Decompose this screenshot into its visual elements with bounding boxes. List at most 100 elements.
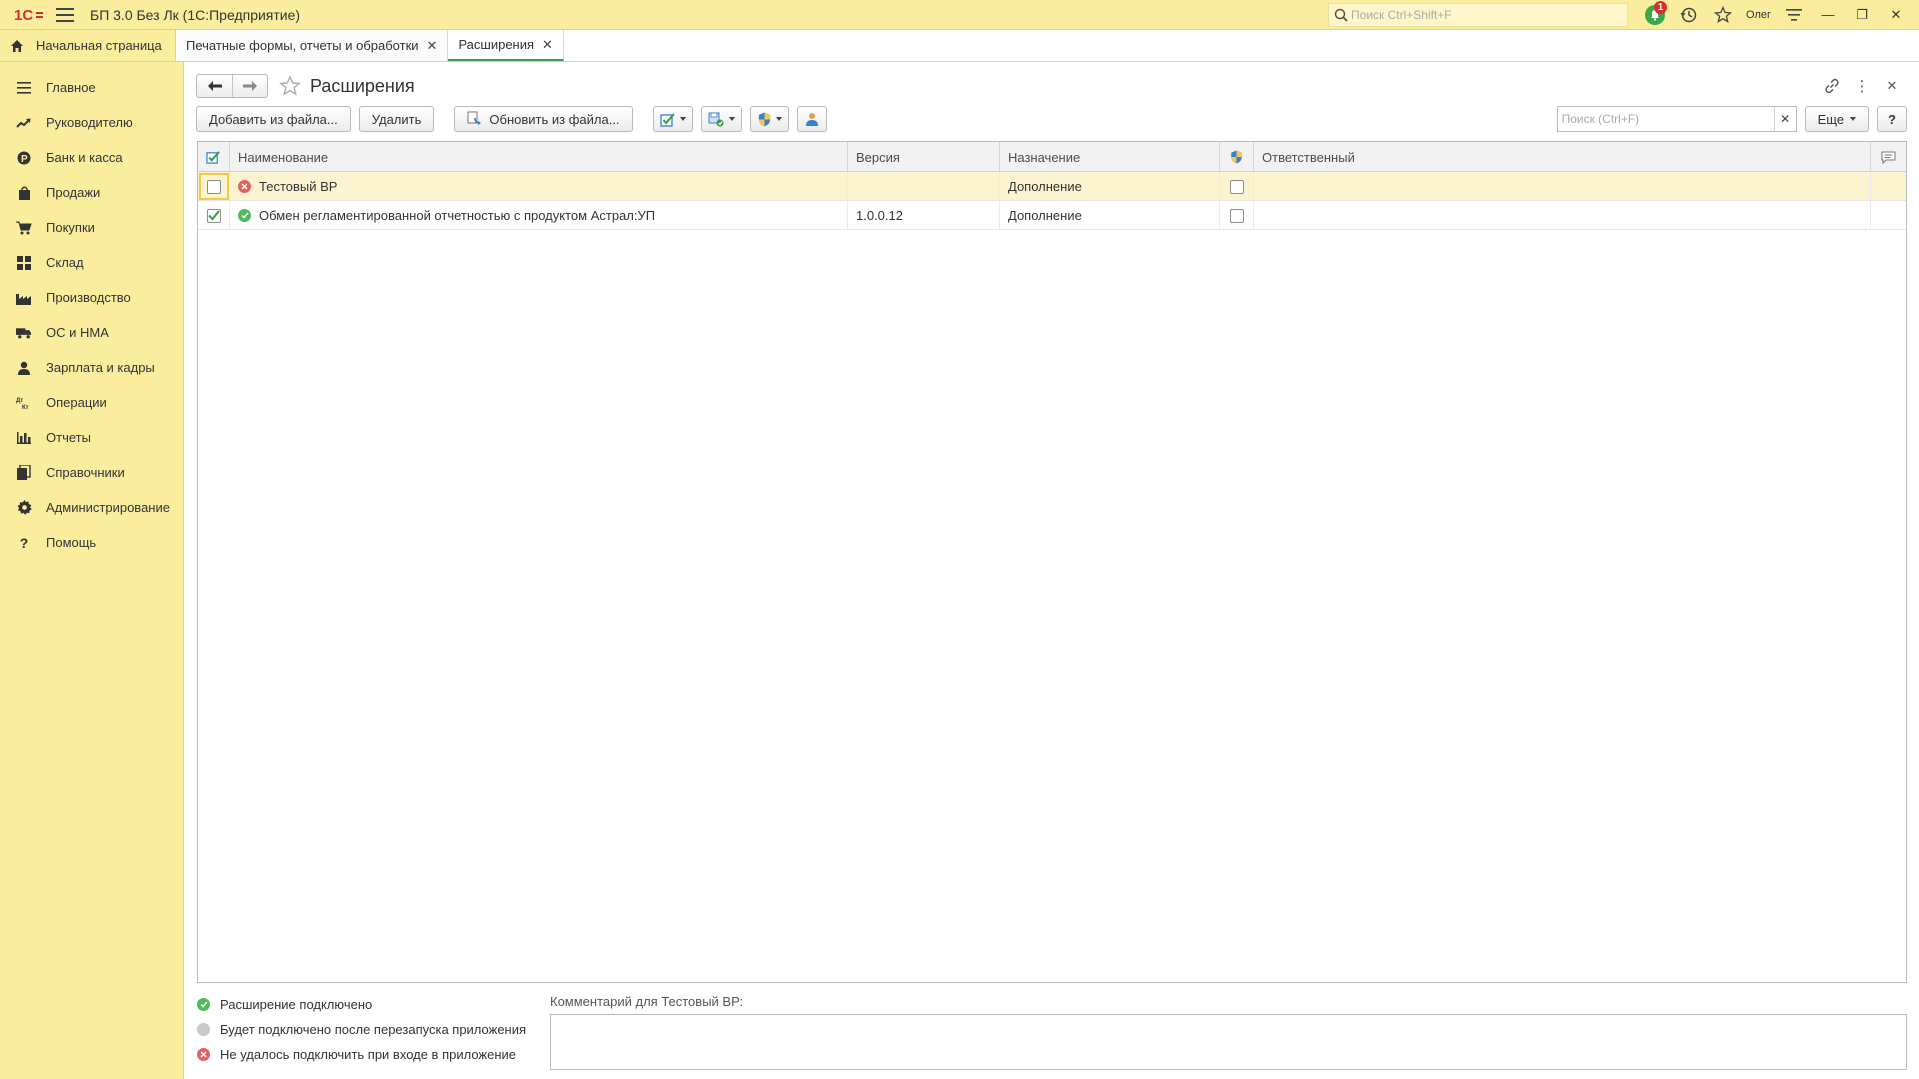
sidebar-item-production[interactable]: Производство xyxy=(0,280,183,315)
checkbox-checked-icon xyxy=(659,112,675,127)
update-file-icon xyxy=(467,111,482,125)
app-title: БП 3.0 Без Лк (1С:Предприятие) xyxy=(90,6,301,23)
safe-mode-checkbox[interactable] xyxy=(1229,208,1244,223)
more-button[interactable]: Еще xyxy=(1804,106,1870,132)
sidebar-item-catalogs[interactable]: Справочники xyxy=(0,455,183,490)
tab-print-forms[interactable]: Печатные формы, отчеты и обработки ✕ xyxy=(176,30,449,61)
comment-cell[interactable] xyxy=(1871,172,1906,201)
truck-icon xyxy=(16,325,32,341)
more-actions-button[interactable]: ⋮ xyxy=(1847,74,1877,98)
sidebar-item-label: Главное xyxy=(46,80,96,95)
update-from-file-button[interactable]: Обновить из файла... xyxy=(454,106,633,132)
close-window-button[interactable]: ✕ xyxy=(1879,0,1913,30)
tab-close-icon[interactable]: ✕ xyxy=(542,37,553,53)
responsible-cell[interactable] xyxy=(1254,201,1871,230)
database-save-icon xyxy=(708,112,724,126)
safe-mode-cell[interactable] xyxy=(1220,172,1254,201)
extensions-table: Наименование Версия Назначение Ответстве… xyxy=(197,141,1907,983)
legend-connected: Расширение подключено xyxy=(197,992,547,1017)
gear-icon xyxy=(16,500,32,516)
tab-bar: Начальная страница Печатные формы, отчет… xyxy=(0,30,1919,62)
link-button[interactable] xyxy=(1817,74,1847,98)
name-cell[interactable]: Обмен регламентированной отчетностью с п… xyxy=(230,201,848,230)
sidebar-item-label: Помощь xyxy=(46,535,97,550)
comment-textarea[interactable] xyxy=(550,1014,1907,1070)
sidebar-item-main[interactable]: Главное xyxy=(0,70,183,105)
safe-mode-checkbox[interactable] xyxy=(1229,179,1244,194)
save-extensions-dropdown[interactable] xyxy=(700,106,742,132)
column-purpose[interactable]: Назначение xyxy=(1000,142,1220,172)
enable-extension-dropdown[interactable] xyxy=(652,106,693,132)
minimize-button[interactable]: — xyxy=(1811,0,1845,30)
enabled-cell[interactable] xyxy=(198,172,230,201)
comment-icon xyxy=(1881,151,1896,164)
title-bar: 1С БП 3.0 Без Лк (1С:Предприятие) 1 Олег… xyxy=(0,0,1919,30)
settings-menu-button[interactable] xyxy=(1777,0,1811,30)
column-enabled[interactable] xyxy=(198,142,230,172)
table-search[interactable]: ✕ xyxy=(1556,106,1797,132)
sidebar-item-help[interactable]: ? Помощь xyxy=(0,525,183,560)
safe-mode-dropdown[interactable] xyxy=(749,106,789,132)
table-row[interactable]: Тестовый ВР Дополнение xyxy=(198,172,1906,201)
close-icon: ✕ xyxy=(1886,78,1898,93)
sidebar-item-reports[interactable]: Отчеты xyxy=(0,420,183,455)
close-form-button[interactable]: ✕ xyxy=(1877,74,1907,98)
legend-after-restart-label: Будет подключено после перезапуска прило… xyxy=(220,1022,527,1037)
cart-icon xyxy=(16,220,32,236)
sidebar-item-assets[interactable]: ОС и НМА xyxy=(0,315,183,350)
notifications-button[interactable]: 1 xyxy=(1638,0,1672,30)
column-comment[interactable] xyxy=(1871,142,1906,172)
enabled-cell[interactable] xyxy=(198,201,230,230)
history-button[interactable] xyxy=(1672,0,1706,30)
enabled-checkbox[interactable] xyxy=(206,179,221,194)
global-search-input[interactable] xyxy=(1351,7,1628,22)
tab-close-icon[interactable]: ✕ xyxy=(427,38,438,54)
enabled-checkbox[interactable] xyxy=(206,208,221,223)
safe-mode-cell[interactable] xyxy=(1220,201,1254,230)
restore-button[interactable]: ❐ xyxy=(1845,0,1879,30)
sidebar-item-salary[interactable]: Зарплата и кадры xyxy=(0,350,183,385)
user-access-button[interactable] xyxy=(796,106,827,132)
chevron-down-icon xyxy=(728,117,735,121)
sidebar-item-sales[interactable]: Продажи xyxy=(0,175,183,210)
add-to-favorites-button[interactable] xyxy=(278,74,302,98)
forward-button[interactable] xyxy=(232,75,267,97)
sidebar-item-manager[interactable]: Руководителю xyxy=(0,105,183,140)
delete-button[interactable]: Удалить xyxy=(358,106,435,132)
column-safe-mode[interactable] xyxy=(1220,142,1254,172)
star-outline-icon xyxy=(1714,5,1733,23)
global-search[interactable] xyxy=(1328,2,1629,27)
help-button[interactable]: ? xyxy=(1877,106,1907,132)
favorites-button[interactable] xyxy=(1706,0,1740,30)
form-header: Расширения ⋮ ✕ xyxy=(196,70,1907,102)
legend-failed: Не удалось подключить при входе в прилож… xyxy=(197,1042,547,1067)
tab-extensions[interactable]: Расширения ✕ xyxy=(448,30,564,61)
tab-home[interactable]: Начальная страница xyxy=(0,30,176,61)
purpose-cell[interactable]: Дополнение xyxy=(1000,172,1220,201)
version-cell[interactable] xyxy=(848,172,1000,201)
responsible-cell[interactable] xyxy=(1254,172,1871,201)
column-responsible[interactable]: Ответственный xyxy=(1254,142,1871,172)
sidebar-item-warehouse[interactable]: Склад xyxy=(0,245,183,280)
clear-search-icon[interactable]: ✕ xyxy=(1773,107,1796,131)
sidebar-item-label: ОС и НМА xyxy=(46,325,109,340)
purpose-cell[interactable]: Дополнение xyxy=(1000,201,1220,230)
table-row[interactable]: Обмен регламентированной отчетностью с п… xyxy=(198,201,1906,230)
navigation-group xyxy=(196,74,268,98)
column-version[interactable]: Версия xyxy=(848,142,1000,172)
sidebar-item-administration[interactable]: Администрирование xyxy=(0,490,183,525)
table-search-input[interactable] xyxy=(1557,107,1774,131)
sidebar-item-operations[interactable]: Дт Кт Операции xyxy=(0,385,183,420)
version-cell[interactable]: 1.0.0.12 xyxy=(848,201,1000,230)
name-cell[interactable]: Тестовый ВР xyxy=(230,172,848,201)
back-button[interactable] xyxy=(197,75,232,97)
legend-after-restart: Будет подключено после перезапуска прило… xyxy=(197,1017,547,1042)
column-name[interactable]: Наименование xyxy=(230,142,848,172)
add-from-file-button[interactable]: Добавить из файла... xyxy=(196,106,351,132)
comment-cell[interactable] xyxy=(1871,201,1906,230)
sidebar-item-bank[interactable]: Р Банк и касса xyxy=(0,140,183,175)
main-menu-icon[interactable] xyxy=(56,7,74,22)
sidebar-item-purchases[interactable]: Покупки xyxy=(0,210,183,245)
user-name[interactable]: Олег xyxy=(1740,9,1777,21)
filter-lines-icon xyxy=(1786,8,1802,21)
